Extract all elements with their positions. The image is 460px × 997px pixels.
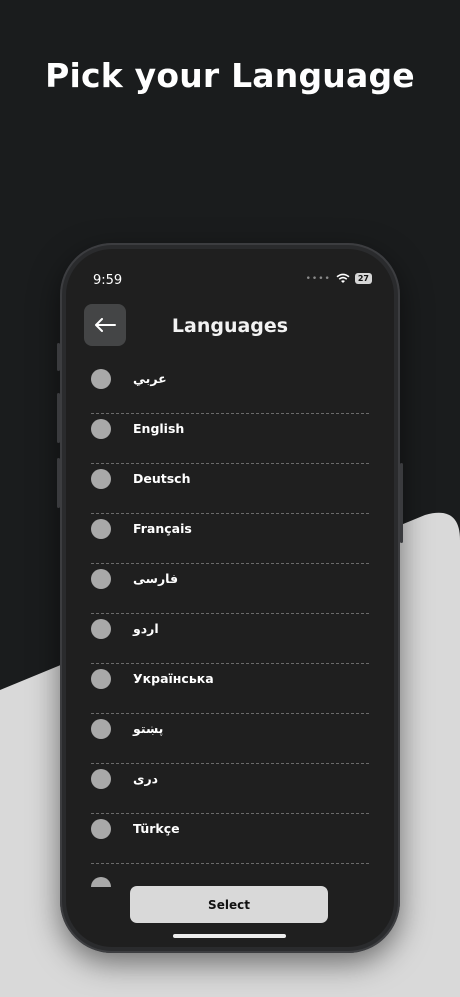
language-item-english[interactable]: English [91, 414, 369, 464]
phone-frame: 9:59 •••• 27 Languages عربي English Deut… [57, 243, 403, 953]
language-list: عربي English Deutsch Français فارسی اردو [91, 364, 369, 864]
battery-icon: 27 [354, 273, 372, 284]
radio-button-partial [91, 877, 111, 887]
home-indicator [173, 934, 286, 938]
language-label: پښتو [133, 721, 164, 736]
language-item-turkce[interactable]: Türkçe [91, 814, 369, 864]
language-item-francais[interactable]: Français [91, 514, 369, 564]
radio-button[interactable] [91, 519, 111, 539]
wifi-icon [336, 273, 350, 283]
language-item-farsi[interactable]: فارسی [91, 564, 369, 614]
phone-button [57, 458, 60, 508]
radio-button[interactable] [91, 819, 111, 839]
language-label: Українська [133, 671, 214, 686]
phone-button [57, 343, 60, 371]
language-item-ukrainian[interactable]: Українська [91, 664, 369, 714]
radio-button[interactable] [91, 419, 111, 439]
radio-button[interactable] [91, 669, 111, 689]
radio-button[interactable] [91, 369, 111, 389]
phone-screen: 9:59 •••• 27 Languages عربي English Deut… [66, 249, 394, 947]
language-label: فارسی [133, 571, 179, 586]
radio-button[interactable] [91, 719, 111, 739]
radio-button[interactable] [91, 769, 111, 789]
phone-button [400, 463, 403, 543]
language-label: اردو [133, 621, 159, 636]
language-label: عربي [133, 371, 167, 386]
language-label: دری [133, 771, 159, 786]
radio-button[interactable] [91, 469, 111, 489]
language-label: Français [133, 521, 192, 536]
radio-button[interactable] [91, 619, 111, 639]
select-button[interactable]: Select [130, 886, 328, 923]
language-item-pashto[interactable]: پښتو [91, 714, 369, 764]
language-item-dari[interactable]: دری [91, 764, 369, 814]
status-indicators: •••• 27 [306, 273, 372, 284]
language-label: Türkçe [133, 821, 180, 836]
status-time: 9:59 [93, 273, 123, 288]
language-item-arabic[interactable]: عربي [91, 364, 369, 414]
page-headline: Pick your Language [45, 56, 415, 95]
language-label: Deutsch [133, 471, 191, 486]
radio-button[interactable] [91, 569, 111, 589]
signal-icon: •••• [305, 273, 331, 284]
phone-button [57, 393, 60, 443]
language-label: English [133, 421, 185, 436]
language-item-deutsch[interactable]: Deutsch [91, 464, 369, 514]
screen-title: Languages [171, 315, 289, 337]
language-item-urdu[interactable]: اردو [91, 614, 369, 664]
